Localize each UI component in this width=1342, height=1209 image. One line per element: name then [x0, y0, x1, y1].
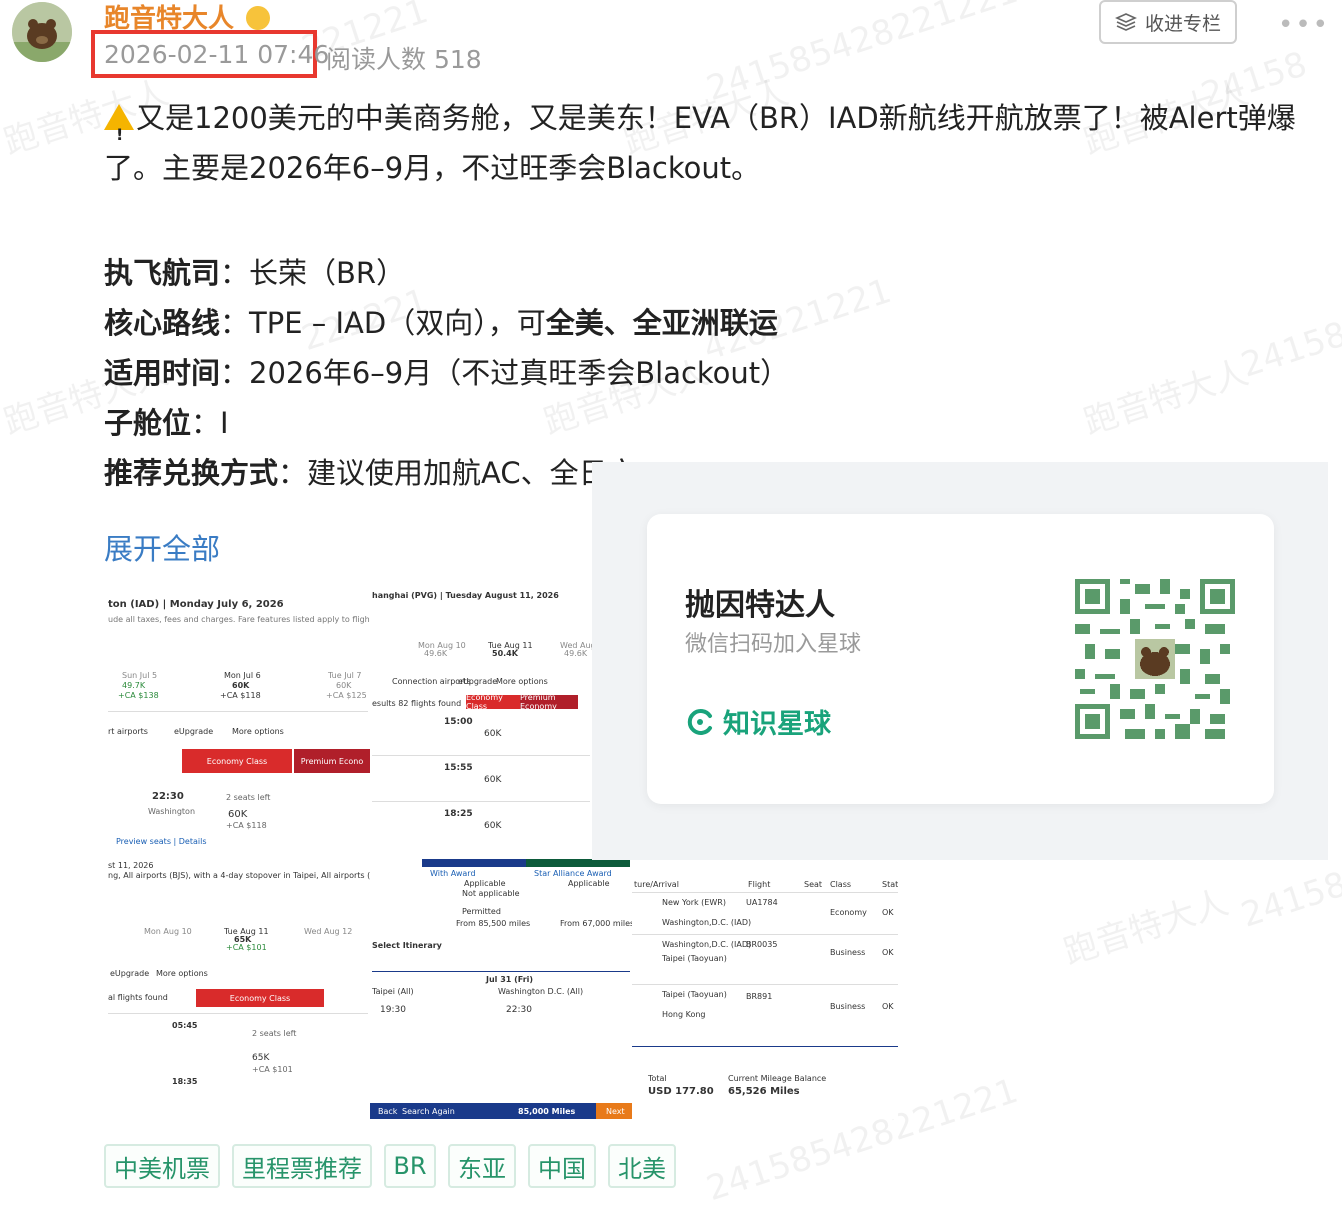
watermark: 跑音特大人: [1079, 352, 1254, 444]
intro-text: 又是1200美元的中美商务舱，又是美东！EVA（BR）IAD新航线开航放票了！被…: [104, 101, 1296, 185]
more-options-button[interactable]: •••: [1278, 10, 1330, 40]
info-line-redeem: 推荐兑换方式：建议使用加航AC、全日空: [104, 456, 637, 490]
collect-label: 收进专栏: [1144, 12, 1221, 35]
avatar[interactable]: [12, 2, 72, 62]
tag-br[interactable]: BR: [384, 1144, 436, 1188]
screenshot-thumbnail[interactable]: ture/Arrival Flight Seat Class Statu New…: [632, 860, 898, 1119]
post-intro: 又是1200美元的中美商务舱，又是美东！EVA（BR）IAD新航线开航放票了！被…: [104, 93, 1314, 193]
community-title: 抛因特达人: [685, 588, 835, 623]
watermark: 24158: [1236, 864, 1342, 936]
tag-east-asia[interactable]: 东亚: [448, 1144, 516, 1188]
collect-to-column-button[interactable]: 收进专栏: [1099, 0, 1237, 44]
screenshot-thumbnail[interactable]: ton (IAD) | Monday July 6, 2026 ude all …: [104, 585, 370, 853]
wink-emoji-icon: [246, 6, 270, 30]
info-line-period: 适用时间：2026年6–9月（不过真旺季会Blackout）: [104, 356, 790, 390]
qr-card: 抛因特达人 微信扫码加入星球 知识星球: [647, 514, 1274, 804]
screenshot-thumbnail[interactable]: hanghai (PVG) | Tuesday August 11, 2026 …: [370, 585, 592, 853]
screenshot-thumbnail[interactable]: With Award Star Alliance Award Applicabl…: [370, 853, 632, 1119]
info-line-subclass: 子舱位：I: [104, 406, 229, 440]
zsxq-brand: 知识星球: [685, 702, 831, 741]
watermark: 24158: [1236, 314, 1342, 386]
community-qr-overlay: 抛因特达人 微信扫码加入星球 知识星球: [592, 462, 1328, 860]
warning-icon: [104, 104, 134, 160]
watermark: 跑音特大人: [1059, 882, 1234, 974]
expand-all-link[interactable]: 展开全部: [104, 526, 220, 568]
tag-us-china-tickets[interactable]: 中美机票: [104, 1144, 220, 1188]
screenshot-thumbnail[interactable]: st 11, 2026 ng, All airports (BJS), with…: [104, 853, 370, 1119]
community-subtitle: 微信扫码加入星球: [685, 632, 862, 657]
info-line-route: 核心路线：TPE – IAD（双向），可全美、全亚洲联运: [104, 306, 778, 340]
qr-code-icon[interactable]: [1075, 579, 1235, 739]
tag-north-america[interactable]: 北美: [608, 1144, 676, 1188]
zsxq-logo-icon: [687, 708, 712, 735]
post-date: 2026-02-11 07:46: [104, 40, 330, 69]
read-count: 阅读人数 518: [326, 45, 482, 74]
tag-china[interactable]: 中国: [528, 1144, 596, 1188]
collect-icon: [1115, 13, 1137, 31]
tag-award-ticket-recommend[interactable]: 里程票推荐: [232, 1144, 372, 1188]
info-line-airline: 执飞航司：长荣（BR）: [104, 256, 406, 290]
